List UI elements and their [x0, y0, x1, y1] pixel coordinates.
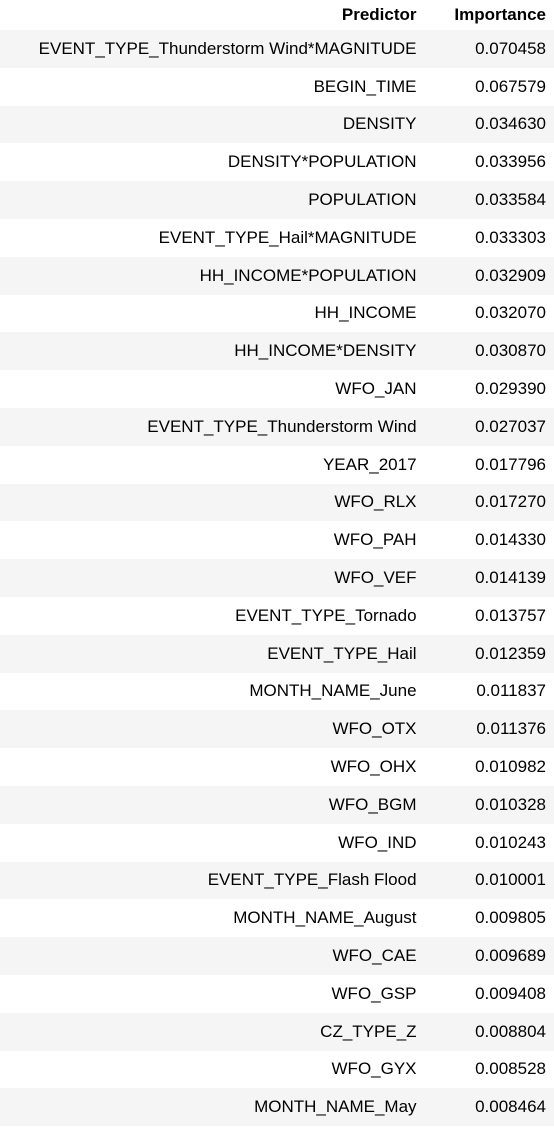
importance-cell: 0.030870 — [475, 341, 546, 361]
table-row: WFO_JAN 0.029390 — [0, 370, 554, 408]
predictor-cell: WFO_GYX — [331, 1059, 417, 1079]
predictor-cell: DENSITY — [342, 114, 417, 134]
predictor-cell: WFO_OHX — [330, 757, 417, 777]
header-predictor: Predictor — [341, 5, 417, 24]
predictor-cell: YEAR_2017 — [322, 454, 417, 474]
importance-cell: 0.010243 — [475, 832, 546, 852]
importance-cell: 0.008464 — [475, 1097, 546, 1117]
importance-cell: 0.070458 — [475, 38, 546, 58]
importance-cell: 0.009805 — [475, 908, 546, 928]
predictor-cell: WFO_CAE — [332, 946, 417, 966]
predictor-cell: WFO_OTX — [332, 719, 417, 739]
table-row: HH_INCOME 0.032070 — [0, 294, 554, 333]
table-row: WFO_PAH 0.014330 — [0, 521, 554, 560]
importance-cell: 0.010001 — [475, 870, 546, 890]
importance-table: Predictor Importance EVENT_TYPE_Thunders… — [0, 0, 554, 1127]
importance-cell: 0.009408 — [475, 983, 546, 1003]
predictor-cell: MONTH_NAME_May — [254, 1097, 417, 1117]
table-row: EVENT_TYPE_Thunderstorm Wind*MAGNITUDE 0.… — [0, 30, 554, 68]
importance-cell: 0.067579 — [475, 76, 546, 96]
table-row: CZ_TYPE_Z 0.008804 — [0, 1012, 554, 1051]
table-row: POPULATION 0.033584 — [0, 181, 554, 219]
table-row: DENSITY*POPULATION 0.033956 — [0, 143, 554, 182]
table-row: EVENT_TYPE_Thunderstorm Wind 0.027037 — [0, 407, 554, 446]
importance-cell: 0.017270 — [475, 492, 546, 512]
predictor-cell: MONTH_NAME_June — [249, 681, 417, 701]
importance-cell: 0.011837 — [476, 681, 546, 701]
predictor-cell: WFO_BGM — [328, 794, 417, 814]
importance-cell: 0.027037 — [475, 416, 546, 436]
importance-cell: 0.008528 — [475, 1059, 546, 1079]
predictor-cell: WFO_PAH — [333, 530, 417, 550]
importance-cell: 0.010982 — [475, 757, 546, 777]
importance-cell: 0.033584 — [475, 190, 546, 210]
importance-cell: 0.009689 — [475, 946, 546, 966]
table-body: EVENT_TYPE_Thunderstorm Wind*MAGNITUDE 0.… — [0, 30, 554, 1127]
predictor-cell: EVENT_TYPE_Hail*MAGNITUDE — [158, 227, 417, 247]
predictor-cell: HH_INCOME*DENSITY — [234, 341, 417, 361]
table-row: WFO_GSP 0.009408 — [0, 974, 554, 1013]
table-row: BEGIN_TIME 0.067579 — [0, 67, 554, 106]
importance-cell: 0.032909 — [475, 265, 546, 285]
importance-cell: 0.017796 — [475, 454, 546, 474]
table-row: EVENT_TYPE_Hail 0.012359 — [0, 634, 554, 673]
predictor-cell: EVENT_TYPE_Tornado — [235, 605, 417, 625]
predictor-cell: BEGIN_TIME — [313, 76, 417, 96]
table-row: WFO_GYX 0.008528 — [0, 1050, 554, 1089]
table-row: WFO_OTX 0.011376 — [0, 710, 554, 749]
table-row: WFO_OHX 0.010982 — [0, 748, 554, 786]
predictor-cell: POPULATION — [308, 190, 417, 210]
table-row: WFO_RLX 0.017270 — [0, 483, 554, 522]
importance-cell: 0.013757 — [475, 605, 546, 625]
table-row: EVENT_TYPE_Tornado 0.013757 — [0, 596, 554, 635]
table-row: WFO_IND 0.010243 — [0, 823, 554, 862]
table-row: WFO_BGM 0.010328 — [0, 785, 554, 824]
predictor-cell: WFO_IND — [338, 832, 417, 852]
importance-cell: 0.029390 — [475, 379, 546, 399]
header-row: Predictor Importance — [0, 0, 554, 30]
predictor-cell: WFO_JAN — [335, 379, 417, 399]
importance-cell: 0.011376 — [476, 719, 546, 739]
predictor-cell: EVENT_TYPE_Thunderstorm Wind*MAGNITUDE — [38, 38, 417, 58]
importance-cell: 0.008804 — [475, 1021, 546, 1041]
table-row: WFO_CAE 0.009689 — [0, 937, 554, 975]
importance-cell: 0.033956 — [475, 152, 546, 172]
importance-cell: 0.012359 — [475, 643, 546, 663]
table-row: EVENT_TYPE_Hail*MAGNITUDE 0.033303 — [0, 218, 554, 257]
predictor-cell: MONTH_NAME_August — [233, 908, 417, 928]
table-row: WFO_VEF 0.014139 — [0, 559, 554, 597]
predictor-cell: DENSITY*POPULATION — [227, 152, 417, 172]
importance-cell: 0.014330 — [475, 530, 546, 550]
importance-cell: 0.033303 — [475, 227, 546, 247]
table-row: MONTH_NAME_August 0.009805 — [0, 899, 554, 938]
importance-cell: 0.032070 — [475, 303, 546, 323]
importance-cell: 0.034630 — [475, 114, 546, 134]
table-row: MONTH_NAME_June 0.011837 — [0, 672, 554, 711]
table-row: EVENT_TYPE_Flash Flood 0.010001 — [0, 861, 554, 900]
table-row: HH_INCOME*DENSITY 0.030870 — [0, 332, 554, 371]
table-row: DENSITY 0.034630 — [0, 105, 554, 144]
predictor-cell: WFO_VEF — [334, 568, 417, 588]
importance-cell: 0.010328 — [475, 794, 546, 814]
table-row: HH_INCOME*POPULATION 0.032909 — [0, 256, 554, 295]
predictor-cell: EVENT_TYPE_Hail — [267, 643, 417, 663]
table-row: MONTH_NAME_May 0.008464 — [0, 1088, 554, 1127]
importance-cell: 0.014139 — [475, 568, 546, 588]
predictor-cell: HH_INCOME*POPULATION — [199, 265, 417, 285]
predictor-cell: WFO_RLX — [334, 492, 417, 512]
predictor-cell: HH_INCOME — [314, 303, 417, 323]
predictor-cell: WFO_GSP — [331, 983, 417, 1003]
predictor-cell: EVENT_TYPE_Thunderstorm Wind — [147, 416, 417, 436]
predictor-cell: CZ_TYPE_Z — [320, 1021, 417, 1041]
header-importance: Importance — [454, 5, 546, 24]
table-row: YEAR_2017 0.017796 — [0, 445, 554, 484]
predictor-cell: EVENT_TYPE_Flash Flood — [207, 870, 417, 890]
